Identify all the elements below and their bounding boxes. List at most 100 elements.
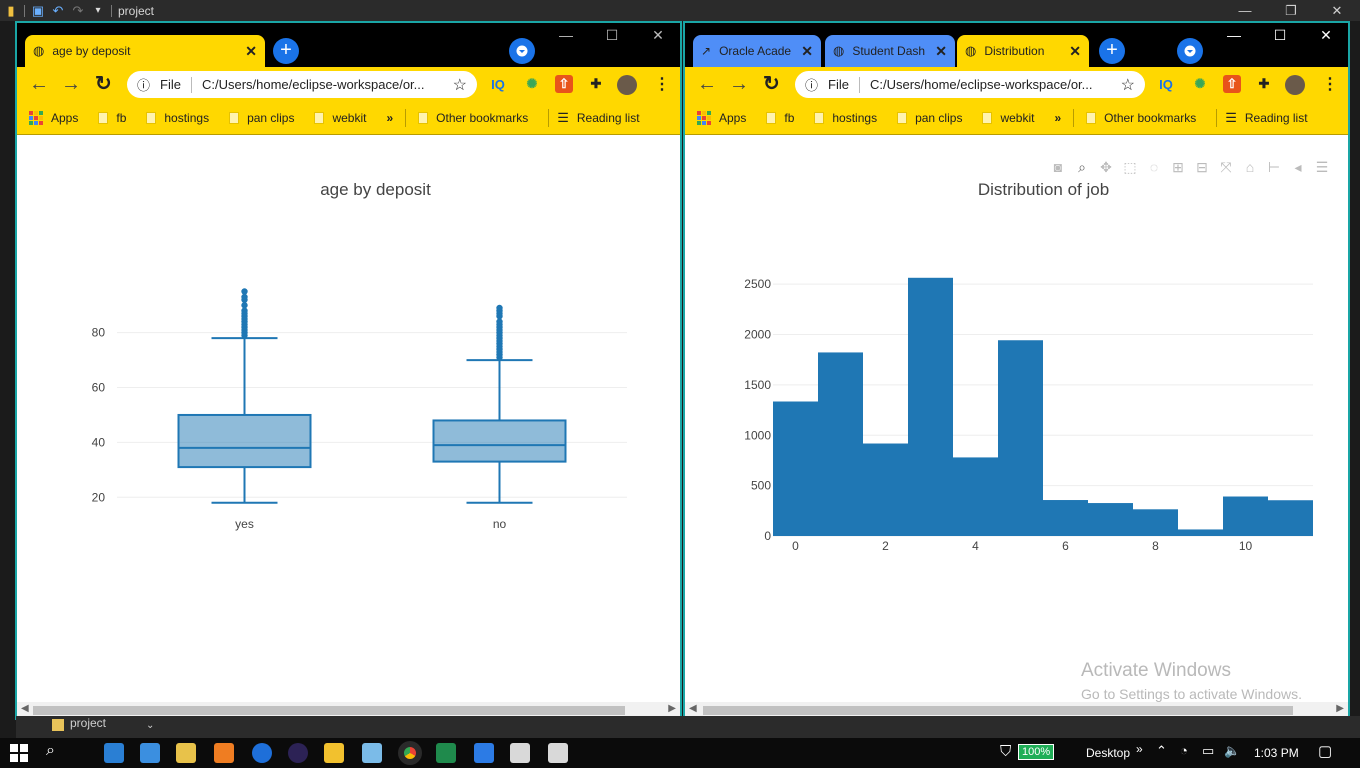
redo-icon[interactable]: ↷ [71,3,85,18]
minimize-button[interactable]: — [543,27,589,44]
sublime-icon[interactable] [214,743,234,763]
battery-badge[interactable]: 100% [1018,744,1055,760]
tab-student-dashboard[interactable]: ◍ Student Dash ✕ [825,35,955,67]
close-tab-icon[interactable]: ✕ [1069,43,1081,60]
iq-extension-icon[interactable]: IQ [1157,75,1175,93]
close-window-button[interactable]: ✕ [1303,27,1349,44]
menu-icon[interactable]: ⋮ [653,75,671,93]
close-tab-icon[interactable]: ✕ [935,43,947,60]
scrollbar-thumb[interactable] [703,706,1293,715]
windows-start-icon[interactable] [10,744,28,762]
reload-button[interactable]: ↻ [763,73,780,95]
chevron-icon[interactable]: » [1136,742,1143,756]
extensions-puzzle-icon[interactable]: ✚ [1255,75,1273,93]
file-explorer-icon[interactable] [324,743,344,763]
photos-icon[interactable] [474,743,494,763]
info-icon[interactable]: ⓘ [805,75,818,94]
app-icon[interactable] [510,743,530,763]
bookmark-star-icon[interactable]: ☆ [1121,75,1135,95]
notifications-icon[interactable]: ▢ [1318,742,1332,760]
chrome-icon[interactable] [398,741,422,765]
other-bookmarks[interactable]: Other bookmarks [1086,111,1196,125]
new-tab-button[interactable]: + [1099,38,1125,64]
menu-icon[interactable]: ⋮ [1321,75,1339,93]
back-button[interactable]: ← [697,73,717,95]
avatar[interactable] [617,75,637,95]
maximize-button[interactable]: ☐ [1257,27,1303,44]
app-icon[interactable] [548,743,568,763]
address-bar[interactable]: ⓘ File C:/Users/home/eclipse-workspace/o… [795,71,1145,98]
back-button[interactable]: ← [29,73,49,95]
show-hidden-icons-icon[interactable]: ⌃ [1156,743,1167,759]
excel-icon[interactable] [436,743,456,763]
tab-search-button[interactable] [1177,38,1203,64]
bookmark-hostings[interactable]: hostings [814,111,877,125]
tab-distribution[interactable]: ◍ Distribution ✕ [957,35,1089,67]
task-view-icon[interactable] [104,743,124,763]
other-bookmarks[interactable]: Other bookmarks [418,111,528,125]
compass-icon[interactable] [252,743,272,763]
tab-search-button[interactable] [509,38,535,64]
reload-button[interactable]: ↻ [95,73,112,95]
customize-toolbar-icon[interactable]: ▾ [91,4,105,18]
reading-list[interactable]: ☰ Reading list [1225,110,1307,126]
extensions-puzzle-icon[interactable]: ✚ [587,75,605,93]
maximize-button[interactable]: ☐ [589,27,635,44]
bookmark-fb[interactable]: fb [766,111,794,125]
info-icon[interactable]: ⓘ [137,75,150,94]
scroll-left-arrow[interactable]: ◀ [21,703,29,714]
clock[interactable]: 1:03 PM [1254,746,1299,760]
bookmark-apps[interactable]: Apps [697,110,746,125]
chevron-down-icon[interactable]: ⌄ [146,720,154,731]
tab-age-by-deposit[interactable]: ◍ age by deposit ✕ [25,35,265,67]
wifi-icon[interactable]: ◔ [1180,743,1188,758]
scrollbar-thumb[interactable] [33,706,625,715]
url-text[interactable]: C:/Users/home/eclipse-workspace/or... [202,77,443,92]
bookmark-webkit[interactable]: webkit [982,111,1034,125]
forward-button[interactable]: → [61,73,81,95]
bookmark-webkit[interactable]: webkit [314,111,366,125]
search-icon[interactable]: ⌕ [46,742,55,760]
bookmark-star-icon[interactable]: ☆ [453,75,467,95]
save-icon[interactable]: ▣ [31,3,45,18]
more-bookmarks-button[interactable]: » [1054,111,1061,125]
bookmark-hostings[interactable]: hostings [146,111,209,125]
desktop-app-icon[interactable] [140,743,160,763]
close-button[interactable]: ✕ [1314,0,1360,21]
desktop-toolbar-label[interactable]: Desktop [1086,746,1130,760]
project-label[interactable]: project [70,716,106,730]
upload-extension-icon[interactable]: ⇧ [1223,75,1241,93]
bookmark-pan-clips[interactable]: pan clips [897,111,962,125]
loading-extension-icon[interactable]: ✺ [523,75,541,93]
minimize-button[interactable]: — [1222,0,1268,21]
scroll-left-arrow[interactable]: ◀ [689,703,697,714]
battery-icon[interactable]: ▭ [1202,743,1214,759]
reading-list[interactable]: ☰ Reading list [557,110,639,126]
more-bookmarks-button[interactable]: » [386,111,393,125]
bookmark-fb[interactable]: fb [98,111,126,125]
minimize-button[interactable]: — [1211,27,1257,44]
notes-app-icon[interactable] [176,743,196,763]
address-bar[interactable]: ⓘ File C:/Users/home/eclipse-workspace/o… [127,71,477,98]
volume-icon[interactable]: 🔈 [1224,743,1240,759]
close-tab-icon[interactable]: ✕ [245,43,257,60]
loading-extension-icon[interactable]: ✺ [1191,75,1209,93]
url-text[interactable]: C:/Users/home/eclipse-workspace/or... [870,77,1111,92]
forward-button[interactable]: → [729,73,749,95]
notepad-icon[interactable] [362,743,382,763]
eclipse-icon[interactable] [288,743,308,763]
upload-extension-icon[interactable]: ⇧ [555,75,573,93]
scroll-right-arrow[interactable]: ▶ [668,703,676,714]
scroll-right-arrow[interactable]: ▶ [1336,703,1344,714]
undo-icon[interactable]: ↶ [51,3,65,18]
close-tab-icon[interactable]: ✕ [801,43,813,60]
restore-button[interactable]: ❐ [1268,0,1314,21]
bookmark-pan-clips[interactable]: pan clips [229,111,294,125]
bookmark-apps[interactable]: Apps [29,110,78,125]
shield-icon[interactable]: ⛉ [1000,743,1011,760]
avatar[interactable] [1285,75,1305,95]
iq-extension-icon[interactable]: IQ [489,75,507,93]
tab-oracle-academy[interactable]: ↗ Oracle Acade ✕ [693,35,821,67]
new-tab-button[interactable]: + [273,38,299,64]
close-window-button[interactable]: ✕ [635,27,681,44]
